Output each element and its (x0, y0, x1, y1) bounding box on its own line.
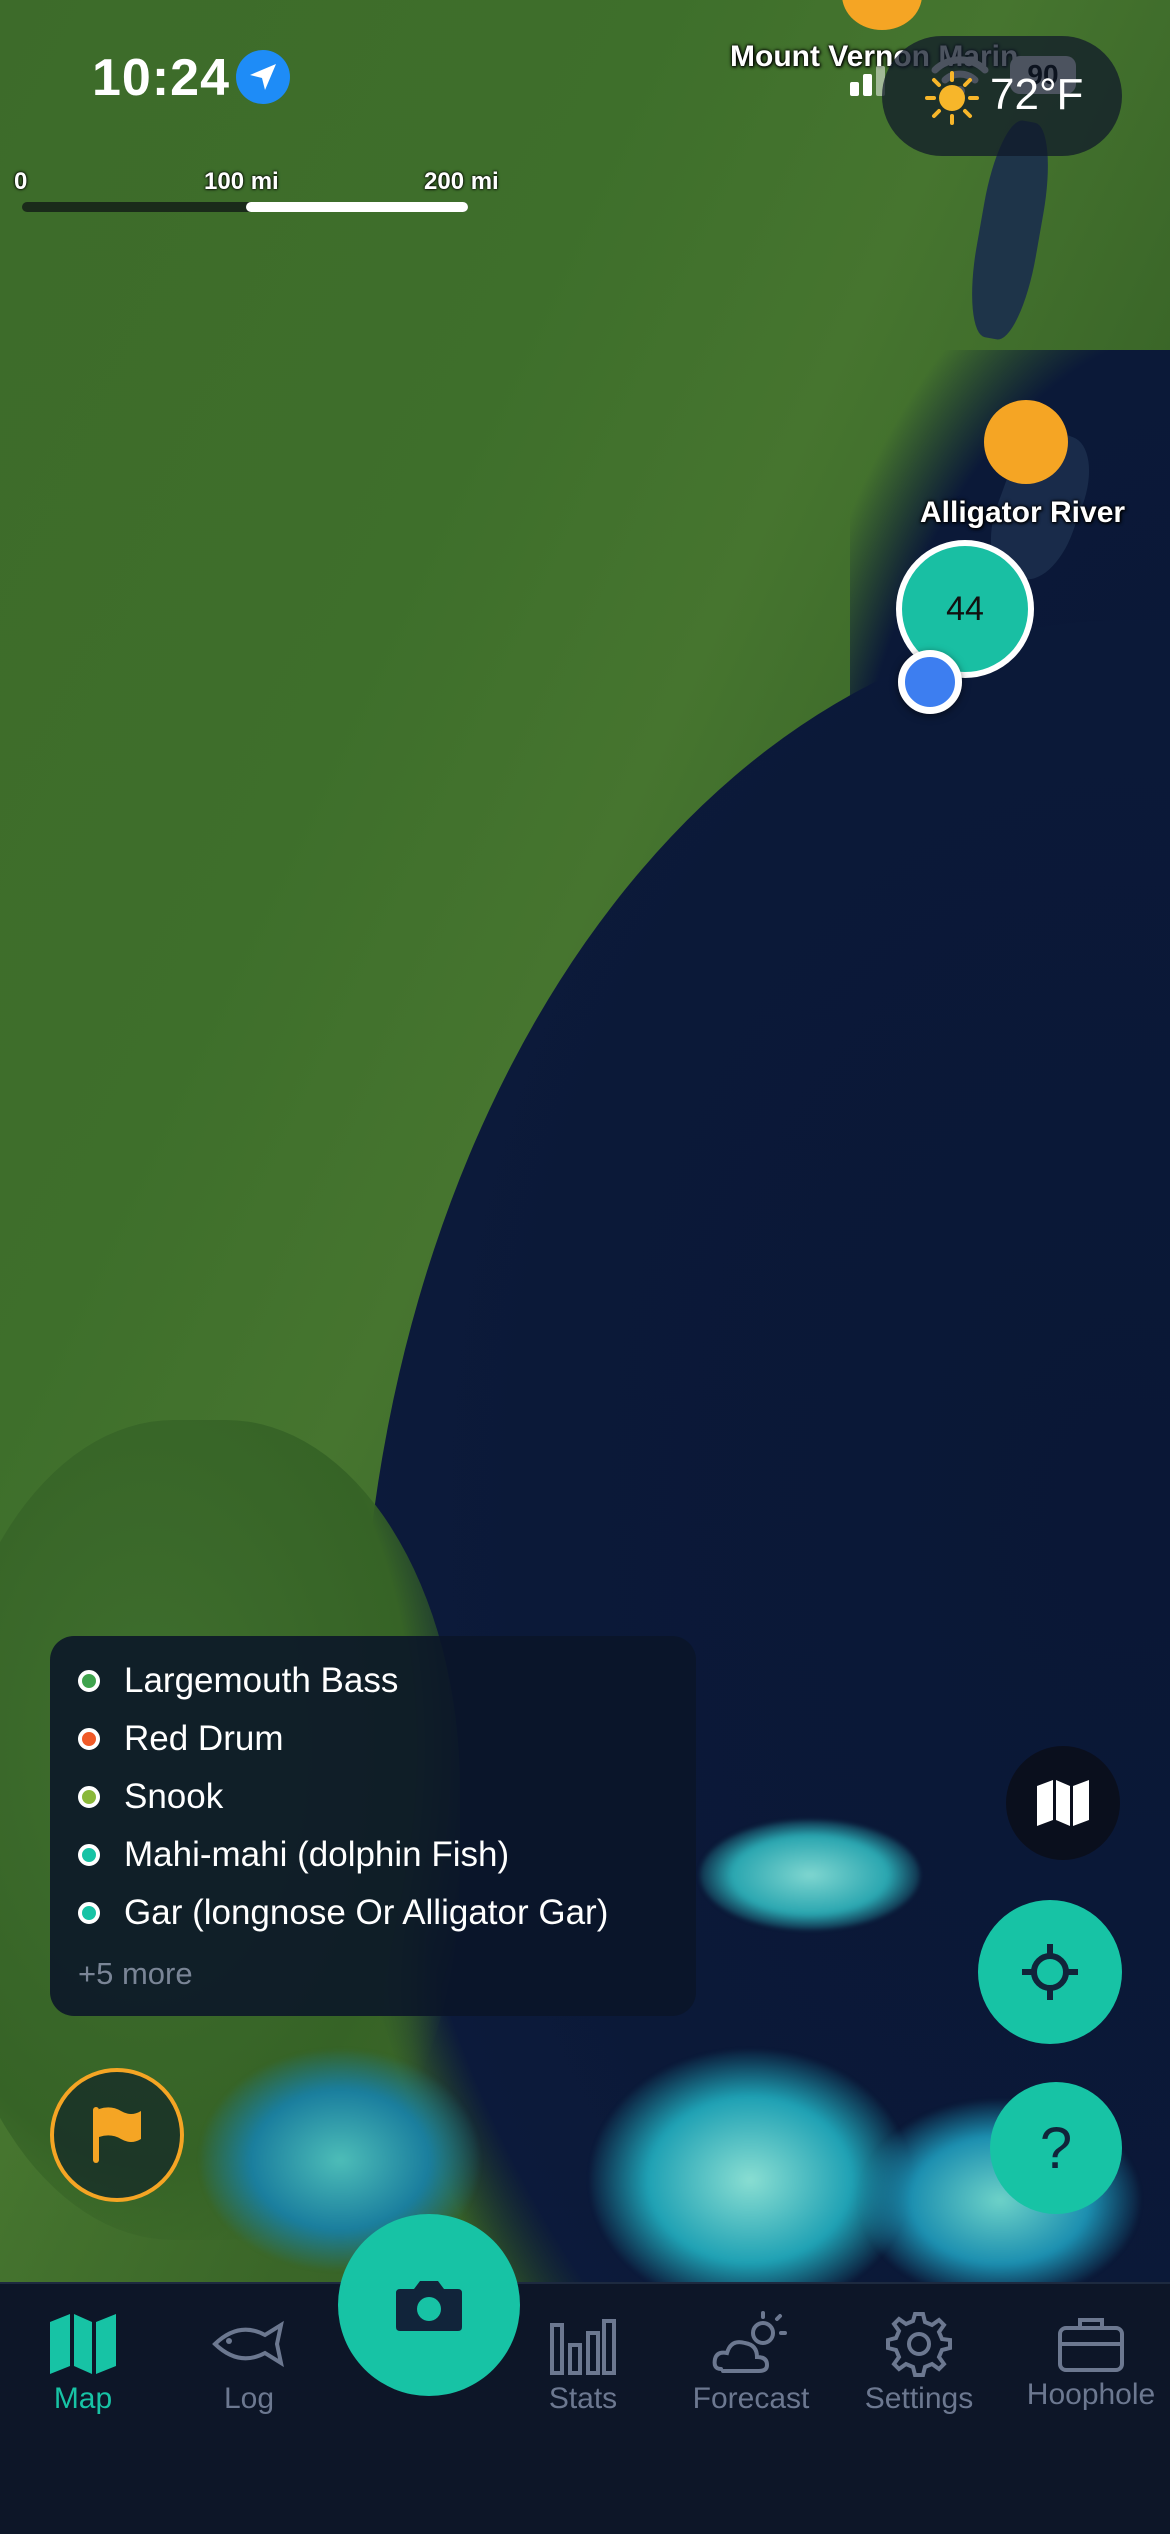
bar-chart-icon (508, 2304, 658, 2384)
cloud-sun-icon (676, 2304, 826, 2384)
map-icon (8, 2304, 158, 2384)
spot-marker[interactable] (984, 400, 1068, 484)
legend-color-dot (78, 1670, 100, 1692)
legend-color-dot (78, 1902, 100, 1924)
legend-color-dot (78, 1844, 100, 1866)
legend-label: Gar (longnose Or Alligator Gar) (124, 1893, 609, 1932)
legend-item[interactable]: Red Drum (78, 1714, 283, 1764)
map-label-alligator-river[interactable]: Alligator River (920, 496, 1125, 530)
species-legend[interactable]: Largemouth Bass Red Drum Snook Mahi-mahi… (50, 1636, 696, 2016)
camera-icon (396, 2281, 462, 2331)
user-location-dot (898, 650, 962, 714)
tab-bar: Map Log Stats Forecast Settings Hoophole (0, 2282, 1170, 2534)
legend-item[interactable]: Snook (78, 1772, 223, 1822)
tab-label: Stats (548, 2382, 618, 2415)
legend-label: Mahi-mahi (dolphin Fish) (124, 1835, 510, 1874)
briefcase-icon (1016, 2304, 1166, 2384)
bahamas-reef (700, 1820, 920, 1930)
help-button[interactable]: ? (990, 2082, 1122, 2214)
legend-item[interactable]: Gar (longnose Or Alligator Gar) (78, 1888, 608, 1938)
legend-label: Red Drum (124, 1719, 284, 1758)
tab-label: Settings (864, 2382, 974, 2415)
legend-more-link[interactable]: +5 more (78, 1956, 193, 1992)
scale-label-100: 100 mi (204, 168, 279, 195)
legend-label: Snook (124, 1777, 224, 1816)
legend-color-dot (78, 1728, 100, 1750)
crosshair-icon (1022, 1944, 1078, 2000)
sun-cloud-icon (925, 71, 979, 125)
legend-item[interactable]: Largemouth Bass (78, 1656, 398, 1706)
tab-label: Forecast (692, 2382, 810, 2415)
spot-marker[interactable] (842, 0, 922, 30)
status-time: 10:24 (92, 49, 230, 107)
tab-label: Hoophole (1026, 2378, 1156, 2411)
weather-temperature: 72°F (990, 70, 1084, 119)
weather-widget[interactable]: 72°F (882, 36, 1122, 156)
fish-icon (174, 2304, 324, 2384)
flag-icon (93, 2107, 141, 2163)
scale-bar-segment (246, 202, 468, 212)
locate-me-button[interactable] (978, 1900, 1122, 2044)
camera-button[interactable] (338, 2214, 520, 2396)
legend-label: Largemouth Bass (124, 1661, 399, 1700)
scale-label-0: 0 (14, 168, 28, 195)
map-layers-button[interactable] (1006, 1746, 1120, 1860)
flag-button[interactable] (50, 2068, 184, 2202)
legend-color-dot (78, 1786, 100, 1808)
legend-item[interactable]: Mahi-mahi (dolphin Fish) (78, 1830, 509, 1880)
gear-icon (844, 2304, 994, 2384)
map-layers-icon (1037, 1780, 1089, 1826)
tab-label: Map (53, 2382, 113, 2415)
tab-label: Log (223, 2382, 275, 2415)
location-arrow-icon (236, 50, 290, 104)
scale-label-200: 200 mi (424, 168, 499, 195)
